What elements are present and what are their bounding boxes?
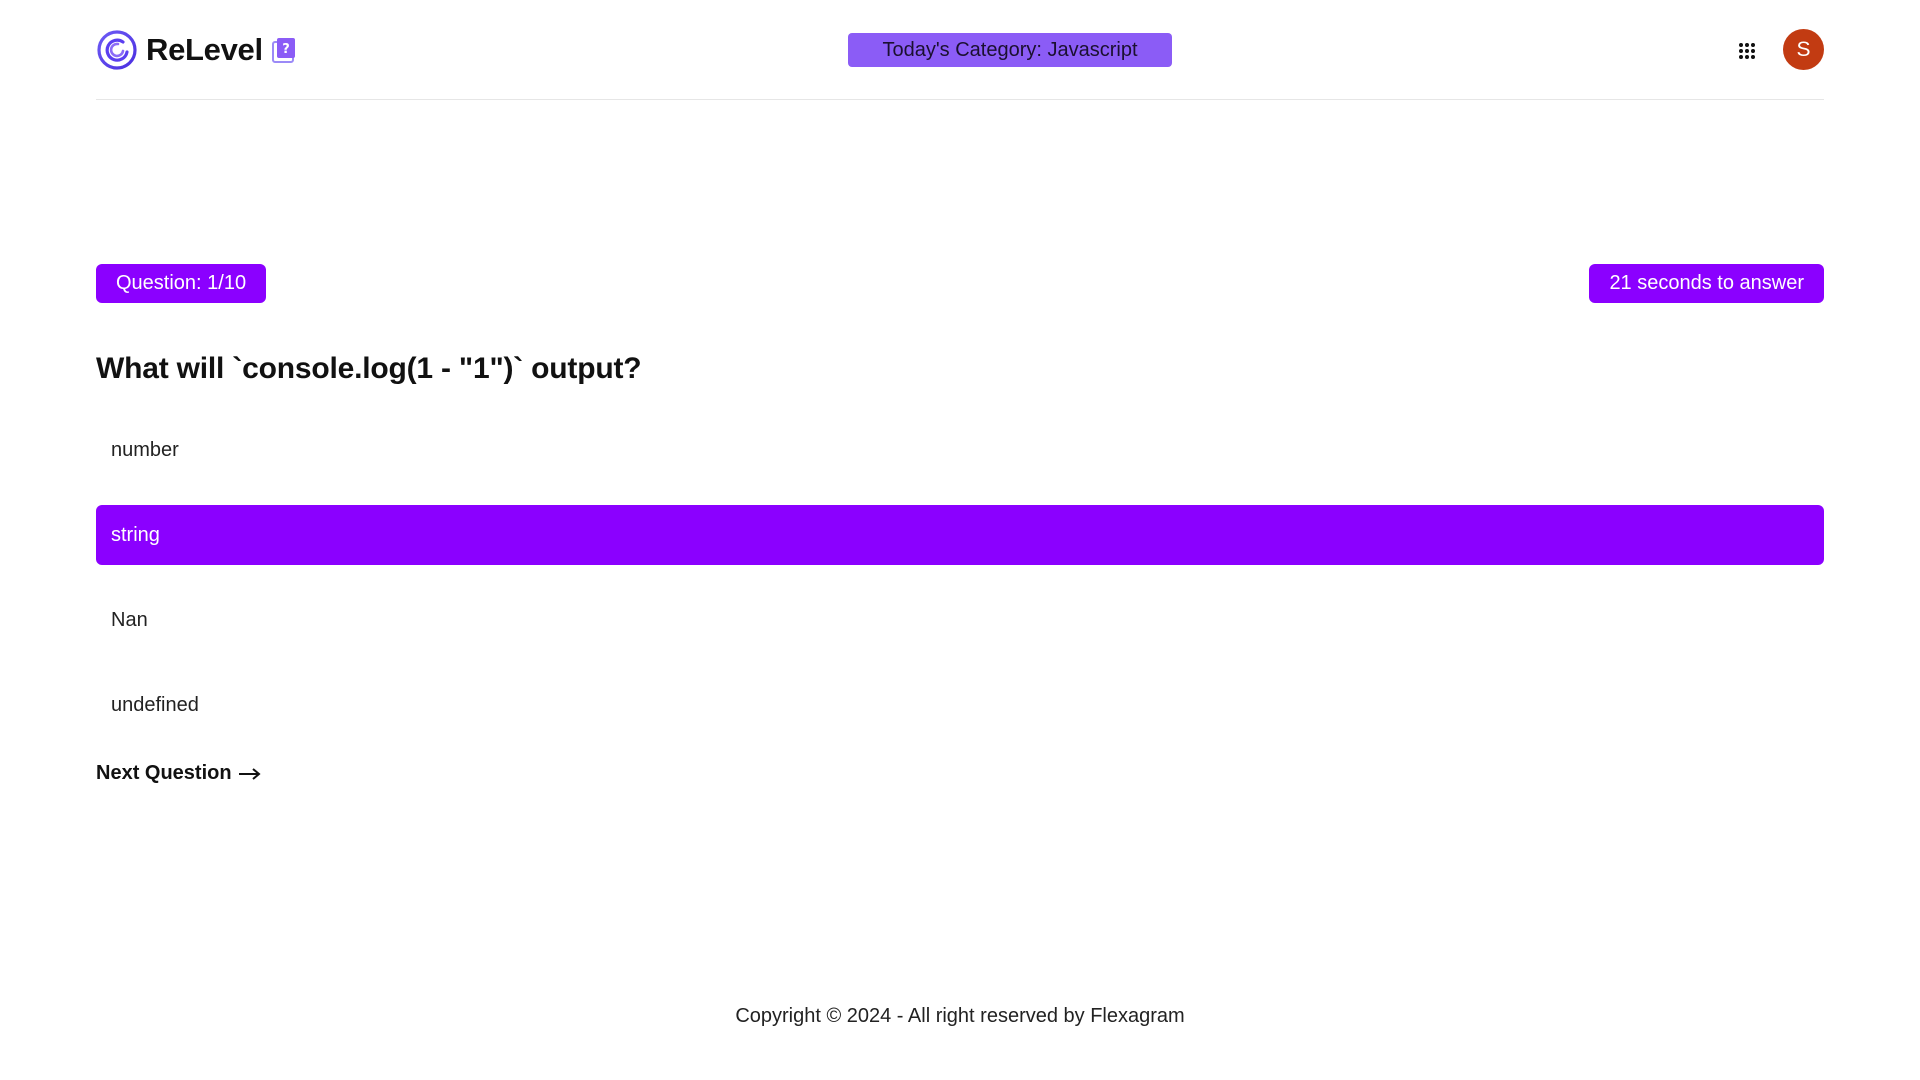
brand-logo[interactable]: ReLevel ? (96, 29, 297, 71)
answer-options: number string Nan undefined (96, 420, 1824, 760)
timer-badge: 21 seconds to answer (1589, 264, 1824, 303)
answer-option-number[interactable]: number (96, 420, 1824, 480)
question-book-icon: ? (271, 38, 295, 63)
top-navbar: ReLevel ? Today's Category: Javascript S (96, 0, 1824, 100)
next-question-label: Next Question (96, 762, 232, 784)
question-title: What will `console.log(1 - "1")` output? (96, 352, 642, 385)
answer-option-string[interactable]: string (96, 505, 1824, 565)
brand-name: ReLevel (146, 32, 263, 67)
footer-copyright: Copyright © 2024 - All right reserved by… (735, 1005, 1185, 1027)
answer-option-nan[interactable]: Nan (96, 590, 1824, 650)
next-question-button[interactable]: Next Question (96, 762, 262, 785)
relevel-swirl-icon (97, 30, 137, 70)
question-counter-badge: Question: 1/10 (96, 264, 267, 303)
answer-option-undefined[interactable]: undefined (96, 675, 1824, 735)
quiz-page: ReLevel ? Today's Category: Javascript S… (0, 0, 1920, 1080)
svg-text:?: ? (282, 42, 290, 57)
arrow-right-icon (238, 767, 261, 780)
grid-apps-icon[interactable] (1738, 42, 1756, 60)
user-avatar[interactable]: S (1783, 29, 1824, 70)
category-badge: Today's Category: Javascript (848, 33, 1172, 67)
